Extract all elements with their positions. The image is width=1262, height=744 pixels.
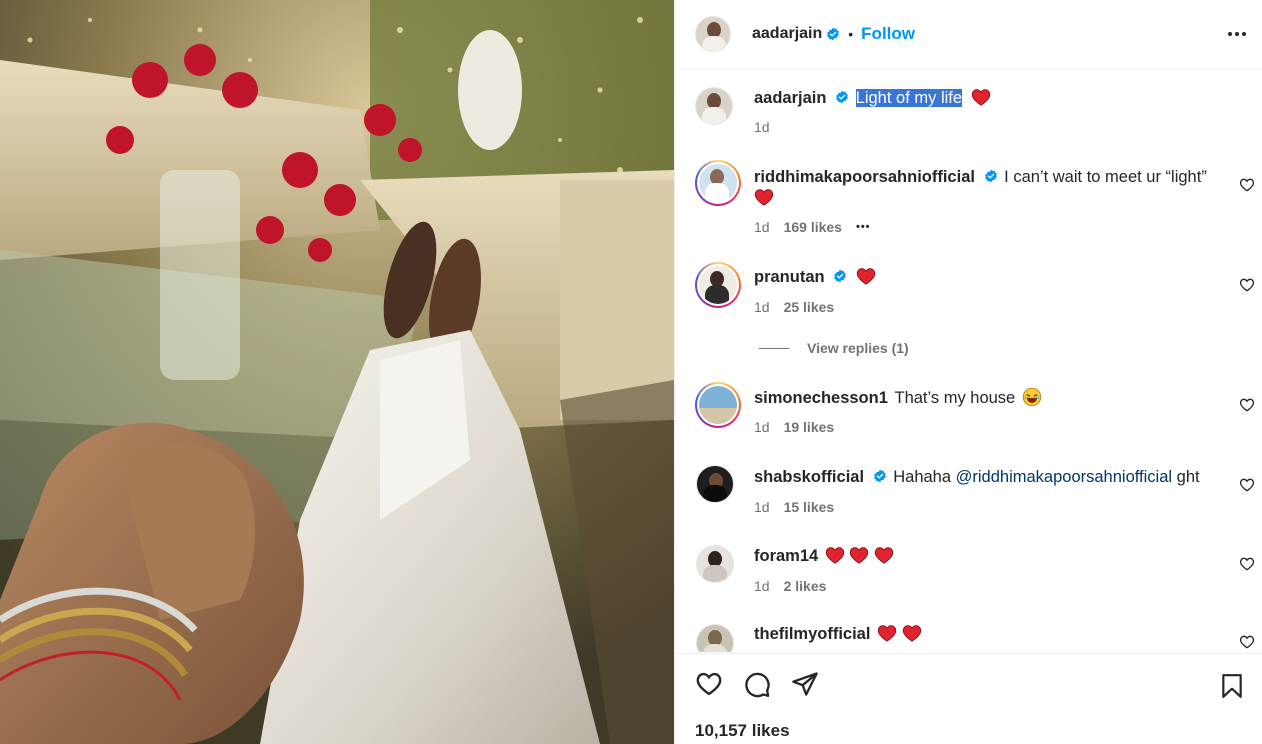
comment-username[interactable]: riddhimakapoorsahniofficial (754, 168, 975, 186)
comment-row: thefilmyofficial (695, 622, 1255, 652)
view-replies-button[interactable]: View replies (1) (759, 340, 909, 356)
comment-row: pranutan 1d 25 likes (695, 262, 1255, 322)
comment-like-heart-icon[interactable] (1239, 477, 1255, 493)
caption: aadarjain Light of my life 1d (695, 87, 1255, 147)
share-icon[interactable] (791, 670, 819, 698)
post-footer: 10,157 likes (675, 653, 1262, 744)
commenter-avatar[interactable] (695, 262, 741, 308)
author-avatar[interactable] (695, 16, 731, 52)
comments-list[interactable]: aadarjain Light of my life 1d riddhimaka… (675, 70, 1262, 652)
comment-more-button[interactable]: ••• (856, 221, 871, 233)
laughing-face-emoji-icon (1022, 387, 1042, 407)
red-heart-emoji-icon (850, 547, 869, 564)
red-heart-emoji-icon (874, 547, 894, 564)
post-like-count[interactable]: 10,157 likes (695, 721, 790, 741)
caption-time[interactable]: 1d (754, 119, 770, 135)
post-photo[interactable] (0, 0, 674, 744)
comment-like-heart-icon[interactable] (1239, 634, 1255, 650)
comment-row: riddhimakapoorsahniofficial I can’t wait… (695, 160, 1255, 240)
comment-like-heart-icon[interactable] (1239, 277, 1255, 293)
comment-like-heart-icon[interactable] (1239, 177, 1255, 193)
commenter-avatar[interactable] (695, 160, 741, 206)
caption-username[interactable]: aadarjain (754, 89, 826, 107)
comment-time[interactable]: 1d (754, 419, 770, 435)
comment-likes[interactable]: 2 likes (784, 578, 827, 594)
comment-time[interactable]: 1d (754, 578, 770, 594)
heart-icon[interactable] (695, 670, 723, 698)
verified-badge-icon (834, 269, 847, 283)
view-replies-label: View replies (1) (807, 340, 909, 356)
comment-time[interactable]: 1d (754, 299, 770, 315)
comment-username[interactable]: thefilmyofficial (754, 625, 870, 643)
comment-row: foram14 1d 2 likes (695, 543, 1255, 603)
verified-badge-icon (873, 469, 886, 483)
red-heart-emoji-icon (825, 547, 844, 564)
comment-text: That’s my house (894, 389, 1016, 407)
comment-time[interactable]: 1d (754, 219, 770, 235)
red-heart-emoji-icon (971, 89, 990, 106)
comment-username[interactable]: simonechesson1 (754, 389, 888, 407)
comment-text: Hahaha (893, 468, 952, 486)
follow-button[interactable]: Follow (861, 24, 915, 44)
red-heart-emoji-icon (856, 268, 875, 285)
red-heart-emoji-icon (902, 625, 921, 642)
caption-avatar[interactable] (695, 87, 733, 125)
post-photo-image (0, 0, 674, 744)
post-header: aadarjain • Follow (675, 0, 1262, 69)
caption-text: Light of my life (855, 89, 963, 107)
comment-like-heart-icon[interactable] (1239, 556, 1255, 572)
commenter-avatar[interactable] (696, 624, 734, 652)
comment-likes[interactable]: 25 likes (784, 299, 835, 315)
comment-likes[interactable]: 19 likes (784, 419, 835, 435)
commenter-avatar[interactable] (695, 382, 741, 428)
verified-badge-icon (827, 27, 840, 41)
comment-row: simonechesson1 That’s my house 1d 19 lik… (695, 382, 1255, 442)
comment-text: I can’t wait to meet ur “light” (1004, 168, 1207, 186)
post-side-panel: aadarjain • Follow aadarjain Light of my… (674, 0, 1262, 744)
bookmark-icon[interactable] (1219, 672, 1245, 700)
header-separator: • (848, 26, 854, 42)
comment-username[interactable]: shabskofficial (754, 468, 864, 486)
instagram-post-view: aadarjain • Follow aadarjain Light of my… (0, 0, 1262, 744)
comment-icon[interactable] (743, 670, 771, 698)
red-heart-emoji-icon (754, 189, 774, 206)
red-heart-emoji-icon (877, 625, 897, 642)
view-replies-line (759, 347, 789, 349)
comment-time[interactable]: 1d (754, 499, 770, 515)
comment-username[interactable]: foram14 (754, 547, 818, 565)
comment-likes[interactable]: 15 likes (784, 499, 835, 515)
comment-username[interactable]: pranutan (754, 268, 825, 286)
comment-likes[interactable]: 169 likes (784, 219, 842, 235)
comment-row: shabskofficial Hahaha @riddhimakapoorsah… (695, 463, 1255, 523)
verified-badge-icon (984, 169, 997, 183)
more-options-icon[interactable] (1225, 22, 1249, 46)
post-actions (695, 670, 819, 698)
author-username[interactable]: aadarjain (752, 25, 822, 43)
comment-like-heart-icon[interactable] (1239, 397, 1255, 413)
verified-badge-icon (836, 90, 848, 104)
comment-mention-link[interactable]: @riddhimakapoorsahniofficial (956, 468, 1172, 486)
commenter-avatar[interactable] (696, 465, 734, 503)
commenter-avatar[interactable] (696, 545, 734, 583)
comment-text-suffix: ght (1176, 468, 1200, 486)
